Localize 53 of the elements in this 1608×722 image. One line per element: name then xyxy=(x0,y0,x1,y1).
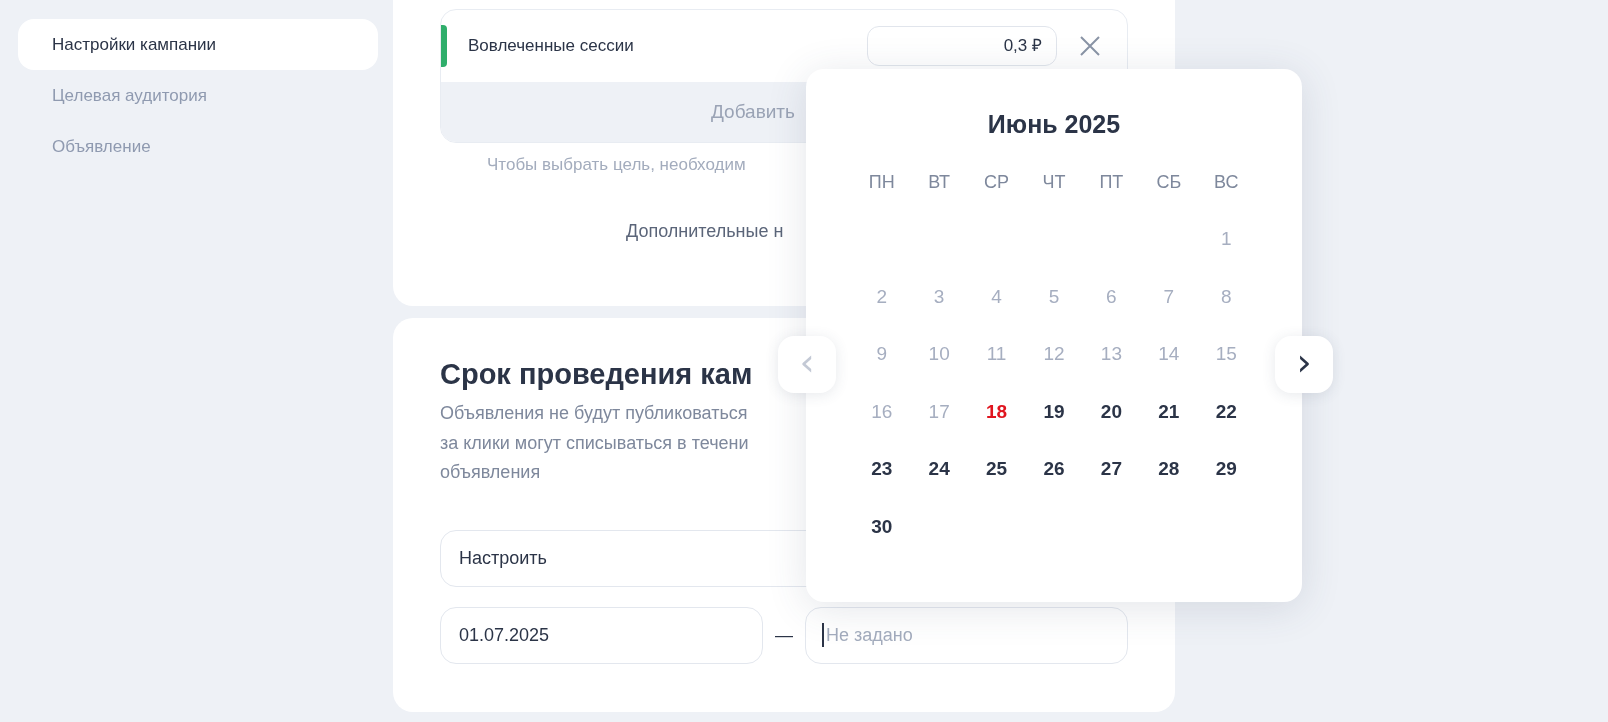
calendar-day[interactable]: 8 xyxy=(1197,267,1255,325)
weekday-label: ВТ xyxy=(927,171,952,194)
calendar-day[interactable]: 14 xyxy=(1140,325,1198,383)
calendar-day[interactable]: 3 xyxy=(910,267,968,325)
calendar-day[interactable]: 25 xyxy=(967,440,1026,498)
weekday-label: СР xyxy=(983,171,1011,194)
weekday-label: СБ xyxy=(1155,171,1183,194)
calendar-day[interactable]: 17 xyxy=(910,382,968,440)
calendar-day[interactable]: 18 xyxy=(967,382,1026,440)
calendar-title: Июнь 2025 xyxy=(986,109,1122,140)
price-field[interactable]: 0,3 ₽ xyxy=(867,26,1057,66)
calendar-day[interactable]: 16 xyxy=(853,382,911,440)
calendar-day[interactable]: 22 xyxy=(1197,382,1255,440)
calendar-day[interactable]: 27 xyxy=(1082,440,1141,498)
calendar-day[interactable]: 9 xyxy=(853,325,911,383)
close-icon[interactable] xyxy=(1079,35,1101,57)
start-date-field[interactable]: 01.07.2025 xyxy=(440,606,763,664)
calendar-day[interactable]: 15 xyxy=(1197,325,1255,383)
section-title: Срок проведения кам xyxy=(440,358,753,391)
sidebar-item[interactable]: Настройки кампании xyxy=(18,19,378,70)
goal-marker xyxy=(441,25,447,67)
hint-text: Чтобы выбрать цель, необходим xyxy=(486,155,746,175)
sidebar-item[interactable]: Объявление xyxy=(18,121,378,172)
next-month-button[interactable]: › xyxy=(1275,336,1333,393)
calendar-day[interactable]: 20 xyxy=(1082,382,1141,440)
end-date-field[interactable]: Не задано xyxy=(805,606,1128,664)
calendar-day[interactable]: 2 xyxy=(853,267,911,325)
add-goal-button[interactable]: Добавить xyxy=(711,101,795,123)
more-settings-link[interactable]: Дополнительные н xyxy=(440,221,784,242)
calendar-day[interactable]: 24 xyxy=(910,440,968,498)
calendar-day[interactable]: 11 xyxy=(967,325,1026,383)
weekday-label: ЧТ xyxy=(1041,171,1067,194)
calendar-day[interactable]: 1 xyxy=(1197,210,1255,268)
calendar-day[interactable]: 6 xyxy=(1082,267,1141,325)
calendar-day[interactable]: 28 xyxy=(1140,440,1198,498)
goal-name: Вовлеченные сессии xyxy=(468,36,635,56)
weekday-label: ВС xyxy=(1213,171,1240,194)
sidebar-item[interactable]: Целевая аудитория xyxy=(18,70,378,121)
calendar-day[interactable]: 19 xyxy=(1025,382,1083,440)
calendar-day[interactable]: 12 xyxy=(1025,325,1083,383)
description-text: Объявления не будут публиковаться за клики могут списываться в течени объявления xyxy=(440,402,749,484)
calendar-day[interactable]: 23 xyxy=(853,440,911,498)
calendar-day[interactable]: 10 xyxy=(910,325,968,383)
calendar-day[interactable]: 21 xyxy=(1140,382,1198,440)
calendar-day[interactable]: 13 xyxy=(1082,325,1141,383)
weekday-label: ПН xyxy=(867,171,896,194)
calendar-day[interactable]: 26 xyxy=(1025,440,1083,498)
calendar-day[interactable]: 29 xyxy=(1197,440,1255,498)
weekday-label: ПТ xyxy=(1098,171,1125,194)
calendar-day[interactable]: 4 xyxy=(967,267,1026,325)
date-separator: — xyxy=(774,624,794,646)
calendar-day[interactable]: 5 xyxy=(1025,267,1083,325)
calendar-day[interactable]: 7 xyxy=(1140,267,1198,325)
